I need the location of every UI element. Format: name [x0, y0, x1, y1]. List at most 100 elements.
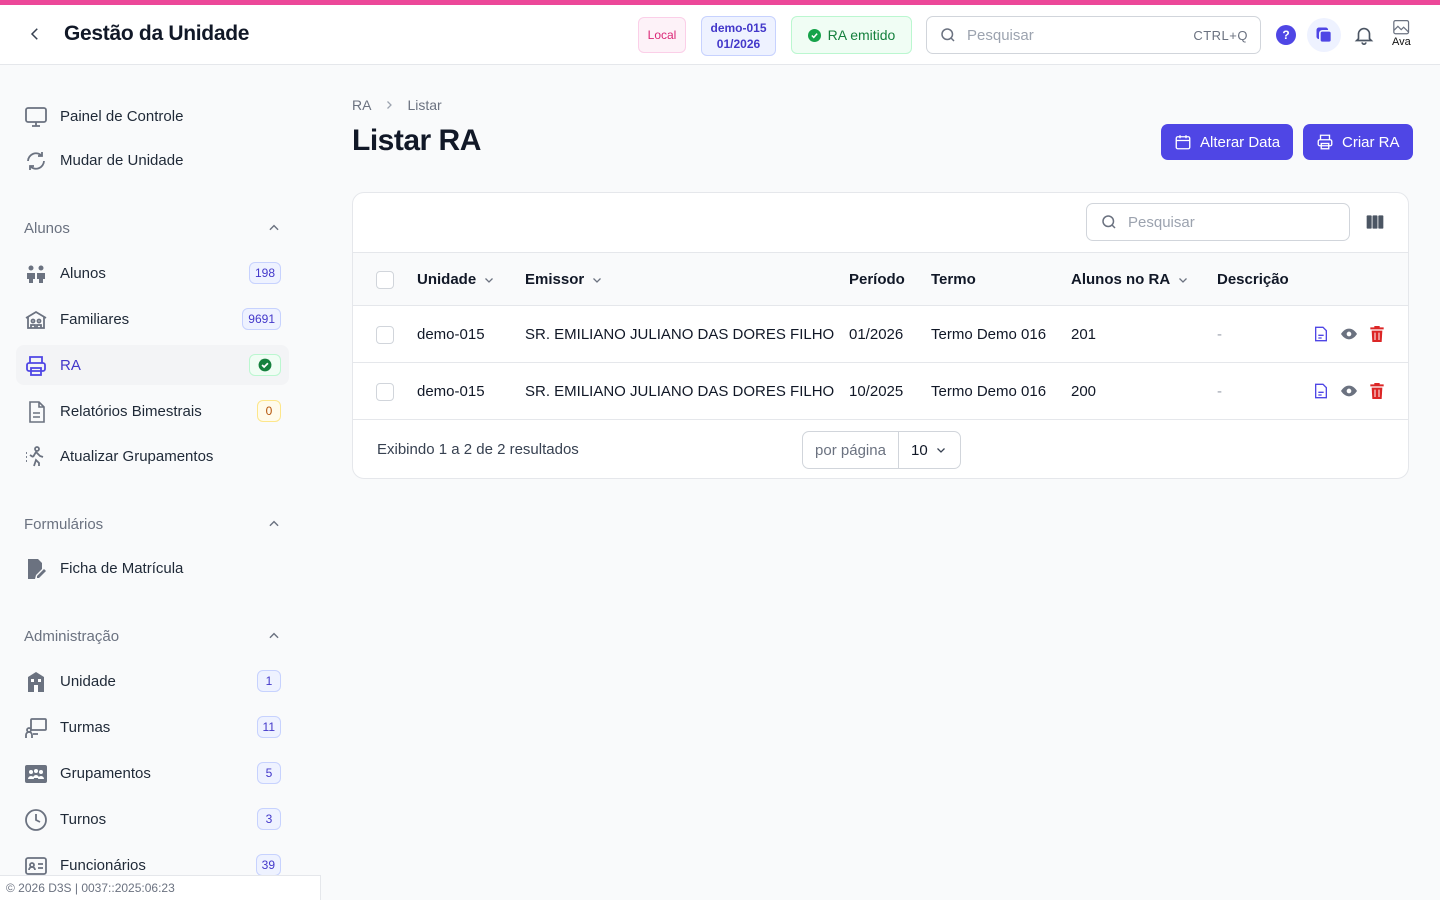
check-circle-icon — [807, 28, 821, 42]
sidebar-item-relatorios[interactable]: Relatórios Bimestrais 0 — [16, 391, 289, 431]
global-search-input[interactable]: Pesquisar CTRL+Q — [926, 16, 1261, 54]
create-ra-label: Criar RA — [1342, 133, 1400, 151]
group-icon — [24, 762, 48, 786]
table-row[interactable]: demo-015 SR. EMILIANO JULIANO DAS DORES … — [353, 306, 1408, 363]
cell-alunos: 201 — [1071, 326, 1097, 343]
document-icon — [24, 400, 48, 424]
sidebar-item-turmas[interactable]: Turmas 11 — [16, 707, 289, 747]
search-shortcut: CTRL+Q — [1193, 27, 1248, 43]
column-label: Alunos no RA — [1071, 271, 1171, 288]
chevron-down-icon — [485, 277, 494, 283]
sidebar-item-label: Relatórios Bimestrais — [60, 402, 202, 420]
app-header: Gestão da Unidade Local demo-015 01/2026… — [0, 5, 1440, 65]
group-title: Administração — [24, 627, 120, 645]
search-icon — [941, 28, 955, 42]
cell-periodo: 01/2026 — [849, 326, 904, 343]
sidebar-item-unidade[interactable]: Unidade 1 — [16, 661, 289, 701]
trash-icon[interactable] — [1369, 383, 1385, 399]
file-pdf-icon[interactable] — [1313, 383, 1329, 399]
family-icon — [24, 308, 48, 332]
count-badge: 3 — [257, 808, 281, 830]
table-header: Unidade Emissor Período Termo Alunos no … — [353, 252, 1408, 306]
back-button[interactable] — [24, 23, 46, 45]
ra-status-badge: RA emitido — [791, 16, 912, 54]
create-ra-button[interactable]: Criar RA — [1303, 124, 1413, 160]
row-checkbox[interactable] — [376, 326, 394, 344]
chevron-up-icon — [269, 632, 279, 639]
chevron-right-icon — [387, 101, 393, 109]
cell-periodo: 10/2025 — [849, 383, 904, 400]
chevron-down-icon — [593, 277, 602, 283]
cell-emissor: SR. EMILIANO JULIANO DAS DORES FILHO — [525, 383, 835, 400]
bell-icon[interactable] — [1353, 24, 1375, 46]
refresh-icon — [24, 149, 48, 173]
eye-icon[interactable] — [1341, 383, 1357, 399]
sidebar-item-label: Alunos — [60, 264, 106, 282]
form-edit-icon — [24, 557, 48, 581]
select-all-checkbox[interactable] — [376, 271, 394, 289]
group-title: Formulários — [24, 515, 104, 533]
column-header-unidade[interactable]: Unidade — [417, 271, 495, 288]
status-badge — [249, 354, 281, 376]
sidebar-item-label: Familiares — [60, 310, 130, 328]
chevron-down-icon — [1179, 277, 1188, 283]
column-header-emissor[interactable]: Emissor — [525, 271, 603, 288]
group-toggle-alunos[interactable]: Alunos — [24, 217, 281, 239]
sidebar-item-painel[interactable]: Painel de Controle — [16, 96, 289, 136]
column-header-termo: Termo — [931, 271, 976, 288]
group-toggle-formularios[interactable]: Formulários — [24, 513, 281, 535]
help-icon[interactable]: ? — [1276, 25, 1296, 45]
column-label: Termo — [931, 271, 976, 288]
sidebar-item-ra[interactable]: RA — [16, 345, 289, 385]
monitor-icon — [24, 105, 48, 129]
avatar[interactable]: Ava — [1392, 19, 1424, 51]
sidebar-item-label: Atualizar Grupamentos — [60, 447, 214, 465]
clock-icon — [24, 808, 48, 832]
sidebar-item-label: Unidade — [60, 672, 116, 690]
cell-descricao: - — [1217, 326, 1222, 343]
calendar-icon — [1175, 135, 1191, 150]
switch-window-button[interactable] — [1307, 18, 1341, 52]
per-page-select[interactable]: por página 10 — [802, 431, 961, 469]
column-header-alunos[interactable]: Alunos no RA — [1071, 271, 1189, 288]
per-page-value-field[interactable]: 10 — [899, 432, 960, 468]
environment-badge: Local — [638, 17, 686, 53]
trash-icon[interactable] — [1369, 326, 1385, 342]
sidebar-item-grupamentos[interactable]: Grupamentos 5 — [16, 753, 289, 793]
sidebar-item-label: Ficha de Matrícula — [60, 559, 184, 577]
table-row[interactable]: demo-015 SR. EMILIANO JULIANO DAS DORES … — [353, 363, 1408, 420]
cell-emissor: SR. EMILIANO JULIANO DAS DORES FILHO — [525, 326, 835, 343]
cell-alunos: 200 — [1071, 383, 1097, 400]
unit-period-badge[interactable]: demo-015 01/2026 — [701, 16, 776, 56]
table-search-input[interactable]: Pesquisar — [1086, 203, 1350, 241]
school-icon — [24, 670, 48, 694]
sidebar-item-label: Turmas — [60, 718, 111, 736]
ra-status-label: RA emitido — [827, 27, 896, 43]
cell-unidade: demo-015 — [417, 383, 485, 400]
change-date-button[interactable]: Alterar Data — [1161, 124, 1294, 160]
column-toggle-icon[interactable] — [1365, 212, 1385, 232]
chevron-up-icon — [269, 520, 279, 527]
breadcrumb: RA Listar — [352, 97, 442, 113]
cell-termo: Termo Demo 016 — [931, 383, 1047, 400]
printer-icon — [1317, 134, 1333, 150]
page-title: Listar RA — [352, 124, 481, 157]
sidebar-item-alunos[interactable]: Alunos 198 — [16, 253, 289, 293]
broken-image-icon — [1393, 20, 1410, 35]
windows-icon — [1316, 27, 1333, 44]
sidebar-item-turnos[interactable]: Turnos 3 — [16, 799, 289, 839]
file-pdf-icon[interactable] — [1313, 326, 1329, 342]
printer-icon — [24, 354, 48, 378]
sidebar-item-atualizar-grupamentos[interactable]: Atualizar Grupamentos — [16, 436, 289, 476]
sidebar-item-familiares[interactable]: Familiares 9691 — [16, 299, 289, 339]
chevron-left-icon — [30, 28, 38, 40]
eye-icon[interactable] — [1341, 326, 1357, 342]
breadcrumb-link-ra[interactable]: RA — [352, 97, 371, 113]
group-title: Alunos — [24, 219, 70, 237]
column-label: Unidade — [417, 271, 477, 288]
group-toggle-administracao[interactable]: Administração — [24, 625, 281, 647]
sidebar-item-mudar-unidade[interactable]: Mudar de Unidade — [16, 140, 289, 180]
sidebar-item-ficha-matricula[interactable]: Ficha de Matrícula — [16, 548, 289, 588]
row-checkbox[interactable] — [376, 383, 394, 401]
count-badge: 0 — [257, 400, 281, 422]
